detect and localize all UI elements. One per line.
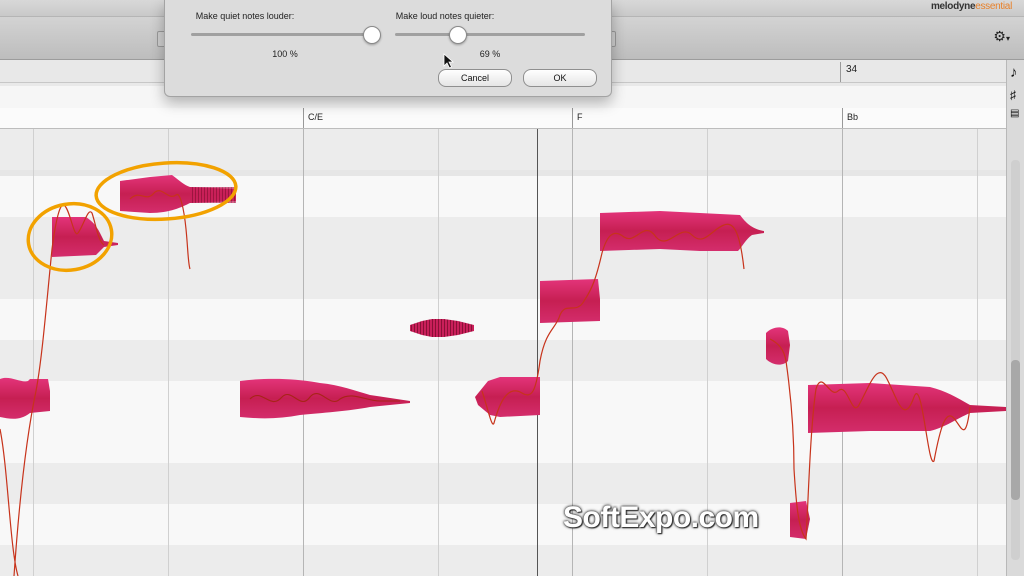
chord-divider: [303, 108, 304, 128]
sharp-icon[interactable]: ♯: [1010, 88, 1016, 102]
note-blob[interactable]: [0, 377, 50, 419]
watermark: SoftExpo.com: [563, 501, 759, 534]
chord-icon[interactable]: ▤: [1010, 108, 1019, 119]
note-layer: [0, 160, 1006, 576]
gear-icon[interactable]: ⚙▾: [993, 28, 1010, 45]
cancel-button[interactable]: Cancel: [438, 69, 512, 87]
note-blob[interactable]: [475, 377, 540, 417]
loud-notes-value: 69 %: [479, 49, 501, 59]
chord-label: C/E: [308, 112, 324, 122]
dynamics-dialog: Make quiet notes louder: 100 % Make loud…: [164, 0, 612, 97]
note-blob[interactable]: [410, 319, 474, 337]
chord-track: C/E F Bb: [0, 108, 1006, 129]
melodyne-window: melodyneessential ⚙▾ 34 C/E F Bb ♪ ♯ ▤ M…: [0, 0, 1024, 576]
loud-notes-slider[interactable]: [395, 33, 585, 36]
quiet-notes-slider[interactable]: [191, 33, 379, 36]
quiet-notes-value: 100 %: [272, 49, 298, 59]
app-logo: melodyneessential: [931, 1, 1012, 12]
arrow-cursor-icon: [443, 53, 455, 69]
note-editor[interactable]: [0, 129, 1006, 576]
ok-button[interactable]: OK: [523, 69, 597, 87]
quiet-notes-slider-knob[interactable]: [363, 26, 381, 44]
note-blob[interactable]: [766, 327, 790, 365]
chord-divider: [572, 108, 573, 128]
bar-number: 34: [846, 64, 858, 75]
logo-edition: essential: [975, 1, 1012, 12]
quiet-notes-label: Make quiet notes louder:: [195, 11, 295, 21]
chord-divider: [842, 108, 843, 128]
chord-label: Bb: [847, 112, 859, 122]
note-blob[interactable]: [600, 211, 764, 251]
logo-brand: melodyne: [930, 1, 976, 12]
bar-marker: [840, 62, 841, 82]
scrollbar-thumb[interactable]: [1011, 360, 1020, 500]
loud-notes-label: Make loud notes quieter:: [395, 11, 495, 21]
loud-notes-slider-knob[interactable]: [449, 26, 467, 44]
chord-label: F: [577, 112, 583, 122]
right-sidebar: ♪ ♯ ▤: [1006, 60, 1024, 576]
note-blob[interactable]: [540, 279, 600, 323]
note-icon[interactable]: ♪: [1010, 64, 1018, 81]
